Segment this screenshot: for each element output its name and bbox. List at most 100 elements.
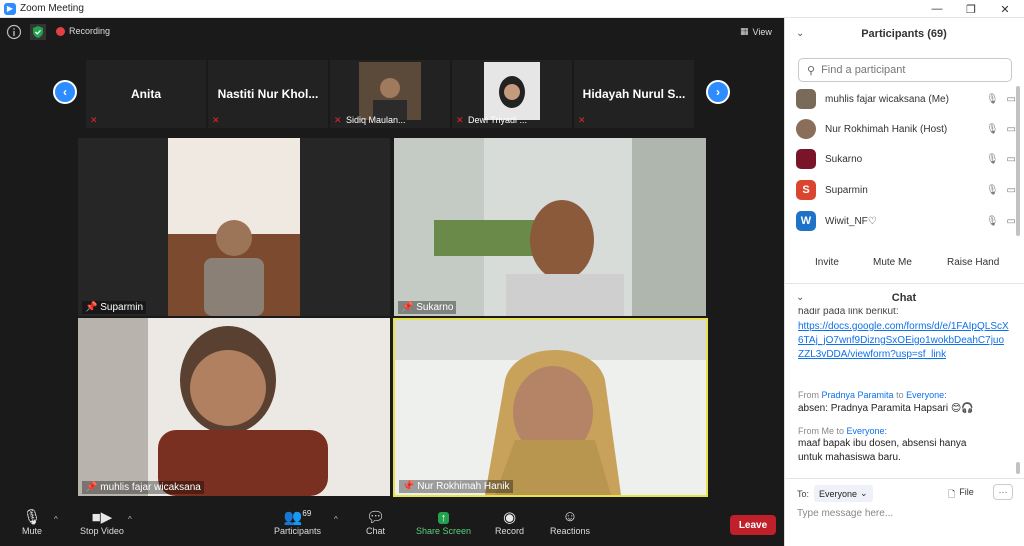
reactions-label: Reactions (550, 526, 591, 536)
active-speaker-tile[interactable]: 📌 Nur Rokhimah Hanik (393, 318, 708, 497)
chat-sender[interactable]: Pradnya Paramita (822, 390, 894, 400)
video-camera-icon[interactable]: ▭ (1007, 94, 1016, 105)
avatar: S (796, 180, 816, 200)
chat-meta: From Me to Everyone: (798, 424, 1010, 438)
record-label: Record (495, 526, 525, 536)
mute-label: Mute (22, 526, 43, 536)
mute-options-caret-icon[interactable]: ^ (54, 515, 58, 524)
search-placeholder: Find a participant (821, 64, 906, 76)
chat-link[interactable]: https://docs.google.com/forms/d/e/1FAIpQ… (798, 320, 1010, 362)
more-options-button[interactable]: ··· (993, 484, 1013, 500)
video-camera-icon[interactable]: ▭ (1007, 124, 1016, 135)
strip-thumb[interactable]: Dewi Triyadi ... ✕ (452, 60, 572, 128)
microphone-icon[interactable]: 🎙︎ (986, 94, 999, 105)
chat-label: Chat (366, 526, 386, 536)
participant-row[interactable]: S Suparmin 🎙︎ ▭ (796, 177, 1016, 203)
window-title: Zoom Meeting (20, 3, 84, 14)
tile-name: 📌 Suparmin (82, 301, 147, 314)
share-screen-button[interactable]: ↑ Share Screen (416, 508, 471, 536)
avatar (796, 149, 816, 169)
mic-muted-icon: ✕ (90, 115, 98, 125)
video-tile[interactable]: 📌 Sukarno (394, 138, 706, 316)
view-button[interactable]: ▦ View (740, 26, 772, 37)
grid-icon: ▦ (740, 26, 749, 36)
minimize-button[interactable]: — (920, 0, 954, 18)
recipient-value: Everyone (819, 488, 858, 499)
mic-muted-icon: ✕ (334, 115, 342, 125)
file-button[interactable]: 🗋 File (948, 487, 974, 503)
strip-thumb[interactable]: Sidiq Maulan... ✕ (330, 60, 450, 128)
microphone-icon[interactable]: 🎙︎ (986, 124, 999, 135)
strip-next-button[interactable]: › (706, 80, 730, 104)
file-icon: 🗋 (948, 489, 956, 499)
tile-name: 📌 Nur Rokhimah Hanik (399, 480, 513, 493)
chat-from-label: From (798, 390, 819, 400)
close-button[interactable]: ✕ (988, 0, 1022, 18)
participant-row[interactable]: W Wiwit_NF♡ 🎙︎ ▭ (796, 208, 1016, 234)
tile-name-text: Suparmin (100, 302, 144, 313)
shield-icon[interactable] (30, 24, 46, 40)
participants-count: 69 (302, 509, 312, 518)
participant-row[interactable]: muhlis fajar wicaksana (Me) 🎙︎ ▭ (796, 86, 1016, 112)
chat-target[interactable]: Everyone: (906, 390, 947, 400)
record-dot-icon (56, 26, 65, 36)
avatar: W (796, 211, 816, 231)
participant-name: Sukarno (825, 153, 863, 165)
strip-label: Sidiq Maulan... (346, 115, 406, 125)
participant-row[interactable]: Sukarno 🎙︎ ▭ (796, 146, 1016, 172)
chat-message: maaf bapak ibu dosen, absensi hanya untu… (798, 438, 967, 463)
participant-row[interactable]: Nur Rokhimah Hanik (Host) 🎙︎ ▭ (796, 116, 1016, 142)
participant-name: Suparmin (825, 184, 868, 196)
chat-message-input[interactable]: Type message here... (797, 508, 893, 519)
strip-thumb[interactable]: Hidayah Nurul S... ✕ (574, 60, 694, 128)
info-icon[interactable] (6, 24, 22, 43)
recording-indicator[interactable]: Recording (56, 26, 110, 36)
strip-name: Hidayah Nurul S... (582, 87, 686, 101)
participant-search-input[interactable]: ⚲ Find a participant (798, 58, 1012, 82)
invite-button[interactable]: Invite (808, 252, 846, 272)
stop-video-button[interactable]: ■▶ Stop Video (80, 508, 124, 536)
strip-thumb[interactable]: Anita ✕ (86, 60, 206, 128)
video-camera-icon[interactable]: ▭ (1007, 216, 1016, 227)
chat-from-label: From Me to (798, 426, 845, 436)
participant-video (395, 320, 706, 495)
video-camera-icon: ■▶ (91, 509, 113, 526)
chat-target[interactable]: Everyone: (847, 426, 888, 436)
reactions-button[interactable]: ☺ Reactions (550, 508, 590, 536)
video-tile[interactable]: 📌 muhlis fajar wicaksana (78, 318, 390, 496)
participants-options-caret-icon[interactable]: ^ (334, 515, 338, 524)
video-options-caret-icon[interactable]: ^ (128, 515, 132, 524)
chat-title: Chat (891, 292, 917, 304)
microphone-icon[interactable]: 🎙︎ (986, 154, 999, 165)
chat-button[interactable]: 💬︎ Chat (366, 508, 385, 536)
record-button[interactable]: ◉ Record (495, 508, 524, 536)
chat-meta: From Pradnya Paramita to Everyone: (798, 388, 1010, 402)
mute-me-button[interactable]: Mute Me (866, 252, 919, 272)
microphone-icon[interactable]: 🎙︎ (986, 216, 999, 227)
participant-strip: Anita ✕ Nastiti Nur Khol... ✕ Sidiq Maul… (86, 60, 698, 128)
participants-scrollbar[interactable] (1016, 86, 1020, 236)
maximize-button[interactable]: ❐ (954, 0, 988, 18)
video-camera-icon[interactable]: ▭ (1007, 154, 1016, 165)
strip-label: Dewi Triyadi ... (468, 115, 528, 125)
mic-muted-icon: ✕ (212, 115, 220, 125)
microphone-icon[interactable]: 🎙︎ (986, 185, 999, 196)
zoom-app-icon: ▶ (4, 2, 16, 15)
participants-button[interactable]: 👥69 Participants (274, 508, 321, 536)
recording-label: Recording (69, 26, 111, 36)
video-tile[interactable]: 📌 Suparmin (78, 138, 390, 316)
mic-muted-icon: ✕ (456, 115, 464, 125)
recipient-select[interactable]: Everyone ⌄ (814, 485, 873, 502)
tile-name: 📌 Sukarno (398, 301, 457, 314)
tile-name-text: muhlis fajar wicaksana (100, 482, 201, 493)
video-camera-icon[interactable]: ▭ (1007, 185, 1016, 196)
raise-hand-button[interactable]: Raise Hand (940, 252, 1007, 272)
mute-button[interactable]: 🎙︎ Mute (22, 508, 42, 536)
participants-icon: 👥69 (283, 509, 312, 526)
participant-name: muhlis fajar wicaksana (Me) (825, 93, 949, 105)
chat-message: absen: Pradnya Paramita Hapsari 😊🎧 (798, 403, 974, 414)
strip-thumb[interactable]: Nastiti Nur Khol... ✕ (208, 60, 328, 128)
strip-prev-button[interactable]: ‹ (53, 80, 77, 104)
leave-button[interactable]: Leave (730, 515, 776, 535)
chat-scrollbar[interactable] (1016, 462, 1020, 474)
